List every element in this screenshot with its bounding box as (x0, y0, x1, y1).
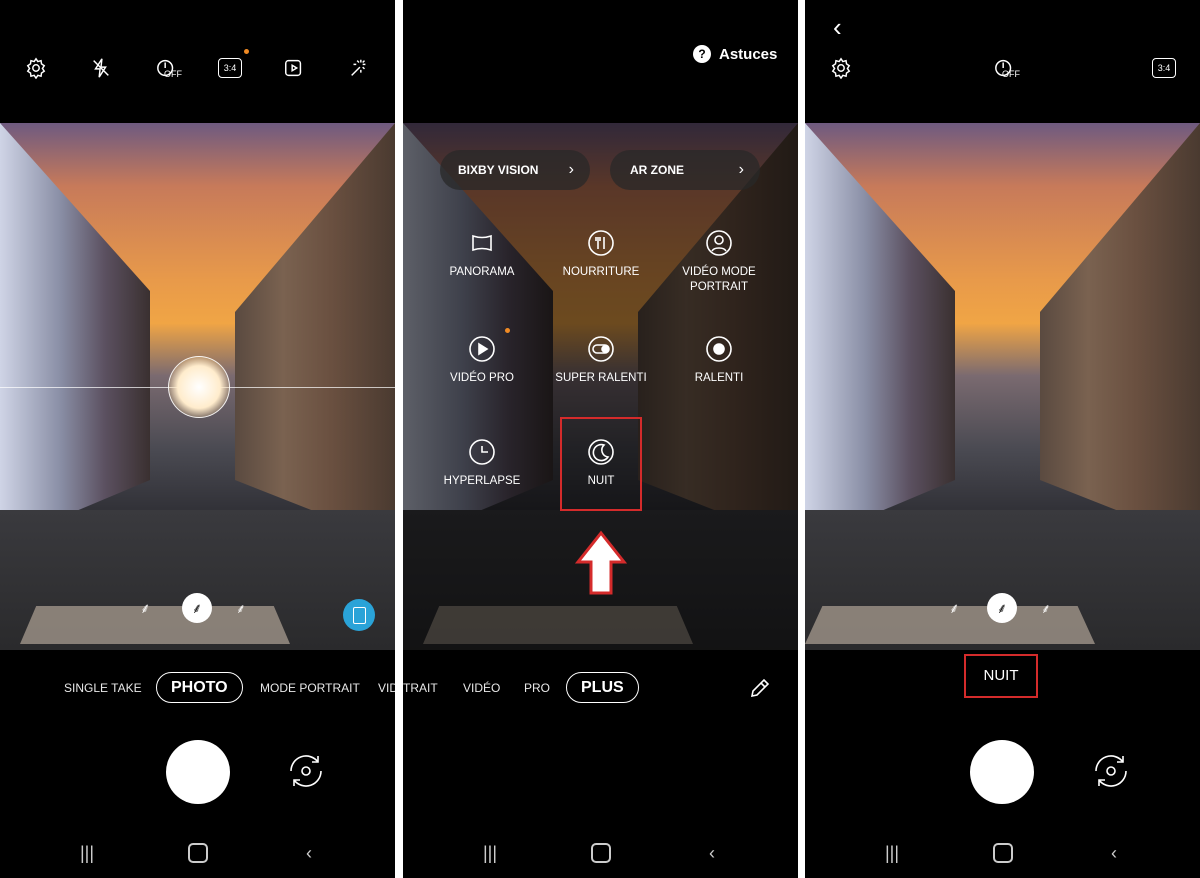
new-dot (505, 328, 510, 333)
effects-icon[interactable] (346, 55, 372, 81)
switch-camera-icon[interactable] (1088, 748, 1134, 794)
portrait-video-icon (704, 228, 734, 258)
camera-viewfinder[interactable]: ⸙ ⸙ ⸙ (0, 123, 395, 650)
camera-viewfinder[interactable]: ⸙ ⸙ ⸙ (805, 123, 1200, 650)
timer-label: OFF (164, 69, 182, 79)
tele-lens-icon[interactable]: ⸙ (1041, 599, 1051, 617)
back-icon[interactable]: ‹ (699, 842, 725, 864)
camera-photo-screen: OFF 3:4 ⸙ ⸙ ⸙ SINGLE TAKE PHOTO MODE POR… (0, 0, 395, 878)
help-icon: ? (693, 45, 711, 63)
chevron-right-icon: › (738, 161, 744, 178)
mode-food[interactable]: NOURRITURE (546, 228, 656, 280)
focus-ring[interactable] (168, 356, 230, 418)
home-icon[interactable] (588, 842, 614, 864)
crosswalk (20, 606, 290, 644)
building-left (0, 123, 150, 543)
mode-portrait-video[interactable]: VIDÉO MODE PORTRAIT (664, 228, 774, 295)
mode-portrait[interactable]: MODE PORTRAIT (260, 672, 360, 704)
mode-hyperlapse-label: HYPERLAPSE (443, 475, 521, 487)
edit-icon[interactable] (748, 676, 772, 700)
back-arrow-icon[interactable]: ‹ (833, 14, 842, 40)
recent-apps-icon[interactable]: ||| (74, 842, 100, 864)
timer-off-icon[interactable]: OFF (152, 55, 182, 81)
food-icon (586, 228, 616, 258)
hyperlapse-icon (467, 437, 497, 467)
mode-single-take[interactable]: SINGLE TAKE (64, 672, 142, 704)
tele-lens-icon[interactable]: ⸙ (236, 599, 246, 617)
scene-optimizer-icon[interactable] (343, 599, 375, 631)
mode-slow-motion[interactable]: RALENTI (664, 334, 774, 386)
pro-video-icon (467, 334, 497, 364)
recent-apps-icon[interactable]: ||| (879, 842, 905, 864)
wide-lens-icon[interactable]: ⸙ (987, 593, 1017, 623)
mode-super-slow-label: SUPER RALENTI (555, 372, 647, 384)
back-icon[interactable]: ‹ (296, 842, 322, 864)
ar-zone-button[interactable]: AR ZONE › (610, 150, 760, 190)
ratio-icon[interactable]: 3:4 (1151, 55, 1177, 81)
mode-pro-video[interactable]: VIDÉO PRO (427, 328, 537, 386)
wide-lens-icon[interactable]: ⸙ (182, 593, 212, 623)
mode-panorama[interactable]: PANORAMA (427, 228, 537, 280)
tips-link[interactable]: ? Astuces (693, 45, 777, 63)
new-dot (244, 49, 249, 54)
recent-apps-icon[interactable]: ||| (477, 842, 503, 864)
gear-icon[interactable] (828, 55, 854, 81)
mode-pro[interactable]: PRO (524, 672, 550, 704)
ratio-label: 3:4 (218, 58, 242, 78)
mode-super-slow[interactable]: SUPER RALENTI (546, 334, 656, 386)
mode-video-portrait[interactable]: VIDÉO PORTRAIT (378, 672, 395, 704)
home-icon[interactable] (185, 842, 211, 864)
motion-photo-icon[interactable] (281, 55, 307, 81)
shutter-button[interactable] (166, 740, 230, 804)
night-highlight-box (560, 417, 642, 511)
panorama-icon (467, 228, 497, 258)
bixby-vision-label: BIXBY VISION (458, 163, 539, 177)
chevron-right-icon: › (568, 161, 574, 178)
mode-selector: SINGLE TAKE PHOTO MODE PORTRAIT VIDÉO PO… (0, 672, 395, 704)
ratio-icon[interactable]: 3:4 (217, 49, 249, 81)
ratio-label: 3:4 (1152, 58, 1176, 78)
mode-panorama-label: PANORAMA (449, 266, 515, 278)
mode-pro-video-label: VIDÉO PRO (450, 372, 514, 384)
timer-off-icon[interactable]: OFF (990, 55, 1020, 81)
building-right (235, 123, 395, 543)
up-arrow-icon (574, 530, 628, 596)
mode-photo[interactable]: PHOTO (156, 672, 243, 703)
ar-zone-label: AR ZONE (630, 163, 684, 177)
mode-food-label: NOURRITURE (562, 266, 640, 278)
camera-more-modes-screen: ? Astuces BIXBY VISION › AR ZONE › PANOR… (403, 0, 798, 878)
super-slow-icon (586, 334, 616, 364)
tips-label: Astuces (719, 45, 778, 63)
mode-video[interactable]: VIDÉO (463, 672, 500, 704)
switch-camera-icon[interactable] (283, 748, 329, 794)
home-icon[interactable] (990, 842, 1016, 864)
timer-label: OFF (1002, 69, 1020, 79)
mode-slow-motion-label: RALENTI (694, 372, 744, 384)
building-right (1040, 123, 1200, 543)
ultrawide-lens-icon[interactable]: ⸙ (949, 599, 960, 618)
camera-night-screen: ‹ OFF 3:4 ⸙ ⸙ ⸙ NUIT ||| ‹ (805, 0, 1200, 878)
mode-hyperlapse[interactable]: HYPERLAPSE (427, 437, 537, 489)
building-left (805, 123, 955, 543)
mode-video-portrait[interactable]: TRAIT (403, 672, 438, 704)
shutter-button[interactable] (970, 740, 1034, 804)
ultrawide-lens-icon[interactable]: ⸙ (140, 599, 151, 618)
slow-motion-icon (704, 334, 734, 364)
gear-icon[interactable] (23, 55, 49, 81)
flash-off-icon[interactable] (88, 55, 114, 81)
mode-plus[interactable]: PLUS (566, 672, 639, 703)
mode-portrait-video-label: VIDÉO MODE PORTRAIT (682, 266, 756, 293)
back-icon[interactable]: ‹ (1101, 842, 1127, 864)
bixby-vision-button[interactable]: BIXBY VISION › (440, 150, 590, 190)
night-mode-label[interactable]: NUIT (964, 654, 1038, 698)
mode-selector: TRAIT VIDÉO PRO PLUS (403, 672, 798, 704)
